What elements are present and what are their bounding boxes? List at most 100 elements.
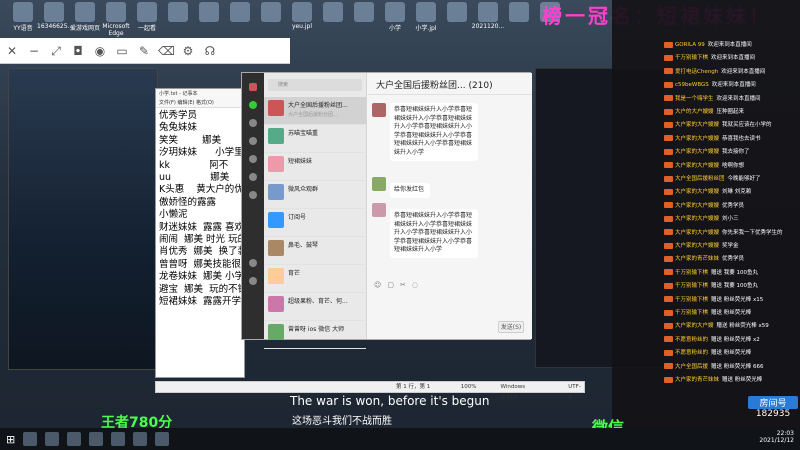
file-icon [478,2,498,22]
desktop-icon[interactable]: 一起看 [130,2,164,32]
record-icon[interactable]: ◉ [92,43,108,59]
avatar[interactable] [249,83,257,91]
comment-user[interactable]: c59beWBGS [675,82,709,88]
desktop-icon[interactable]: 小学 [378,2,412,32]
desktop-icon[interactable] [192,2,226,23]
scissors-icon[interactable]: ✂ [400,281,406,293]
desktop-icon[interactable]: Microsoft Edge [99,2,133,37]
list-item[interactable]: 鼻毛、鼓琴 [264,237,366,265]
desktop-icon[interactable]: 16346625... [37,2,73,30]
desktop-icon[interactable] [502,2,536,23]
comment-user[interactable]: 千万别输下棋 [675,270,708,276]
contacts-icon[interactable] [249,119,257,127]
files-icon[interactable] [249,155,257,163]
notepad-text[interactable]: 优秀学员 兔兔妹妹 笑笑 娜美 汐玥妹妹 小学里 kk 阿不 uu 娜美 K头惠 黄大户的优… [156,108,244,373]
folder-icon[interactable]: ▢ [387,281,394,293]
desktop-icon[interactable] [254,2,288,23]
pen-icon[interactable]: ✎ [136,43,152,59]
desktop-icon[interactable] [161,2,195,23]
task-view-icon[interactable] [45,432,60,446]
desktop-icon[interactable]: 小学.jpl [409,2,443,32]
desktop-icon[interactable]: YY语音 [6,2,40,32]
list-item[interactable]: 曾曾呀 ios 微信 大师 [264,321,366,349]
desktop-icon[interactable]: 爱游戏网页 [68,2,102,32]
comment-user[interactable]: 大户全国后援粉丝团 [675,176,725,182]
list-item[interactable]: 育芒 [264,265,366,293]
comment-user[interactable]: 大户家的大户嫂嫂 [675,243,719,249]
favorites-icon[interactable] [249,137,257,145]
comment-user[interactable]: 大户家的青芒妹妹 [675,256,719,262]
app-icon[interactable] [133,432,148,446]
app-icon[interactable] [155,432,170,446]
list-item[interactable]: 大户全国后援粉丝团... 大户全国后援粉丝团... [264,97,366,125]
emoji-icon[interactable]: ☺ [374,281,381,293]
comment-user[interactable]: GORILA 99 [675,42,705,48]
comment-user[interactable]: 大户家的大户嫂嫂 [675,163,719,169]
desktop-icon[interactable]: 2021120... [471,2,505,30]
close-icon[interactable]: ✕ [4,43,20,59]
comment-user[interactable]: 千万别输下棋 [675,297,708,303]
moments-icon[interactable] [249,173,257,181]
comment-item: 大户的大户嫂嫂 压种圈起来 [664,107,744,115]
desktop-icon[interactable] [347,2,381,23]
comment-user[interactable]: 大户的大户嫂嫂 [675,109,714,115]
comment-user[interactable]: 大户家的大户嫂 [675,323,714,329]
menu-icon[interactable] [249,277,257,285]
comment-user[interactable]: 不愿意粉丝的 [675,337,708,343]
comment-text: 赠送 粉丝荧光棒 [711,310,752,316]
message-bubble[interactable]: 恭喜短裙妹妹升入小学恭喜短裙妹妹升入小学恭喜短裙妹妹升入小学恭喜短裙妹妹升入小学… [390,103,478,161]
list-item[interactable]: 短裙妹妹 [264,153,366,181]
desktop-icon-label: 小学.jpl [415,25,437,32]
comment-user[interactable]: 大户家的青芒妹妹 [675,377,719,383]
search-input[interactable]: 搜索 [268,79,362,91]
edge-icon[interactable] [89,432,104,446]
chat-icon[interactable] [249,101,257,109]
eraser-icon[interactable]: ⌫ [158,43,175,59]
phone-icon[interactable] [249,259,257,267]
list-item[interactable]: 订阅号 [264,209,366,237]
comment-user[interactable]: 大户家的大户嫂嫂 [675,149,719,155]
desktop-icon[interactable] [440,2,474,23]
notepad-line: 小懒泥 [159,209,188,221]
explorer-icon[interactable] [67,432,82,446]
comment-user[interactable]: 千万别输下棋 [675,310,708,316]
desktop-icon[interactable] [316,2,350,23]
expand-icon[interactable]: ⤢ [48,43,64,59]
camera-icon[interactable]: ◘ [70,43,86,59]
avatar [268,184,284,200]
desktop-icon[interactable]: yeu.jpl [285,2,319,30]
gear-icon[interactable]: ⚙ [180,43,196,59]
list-item[interactable]: 超级果粉、育芒、何... [264,293,366,321]
notepad-menu[interactable]: 文件(F) 编辑(E) 格式(O) [156,99,244,108]
comment-user[interactable]: 大户全国后援 [675,364,708,370]
comment-user[interactable]: 大户家的大户嫂嫂 [675,189,719,195]
message-bubble[interactable]: 恭喜短裙妹妹升入小学恭喜短裙妹妹升入小学恭喜短裙妹妹升入小学恭喜短裙妹妹升入小学… [390,209,478,258]
comment-user[interactable]: 千万别输下棋 [675,283,708,289]
wechat-icon[interactable] [111,432,126,446]
windows-start-icon[interactable]: ⊞ [6,433,15,446]
comment-user[interactable]: 大户家的大户嫂嫂 [675,136,719,142]
search-icon[interactable] [23,432,38,446]
comment-user[interactable]: 大户家的大户嫂嫂 [675,216,719,222]
chat-bubble-icon[interactable]: ◌ [412,281,418,293]
screen-icon[interactable]: ▭ [114,43,130,59]
desktop-icon[interactable] [223,2,257,23]
list-item[interactable]: 微风众观群 [264,181,366,209]
message-input[interactable] [372,295,528,319]
message-bubble[interactable]: 给你发红包 [390,183,430,198]
minimize-icon[interactable]: − [26,43,42,59]
chat-window: 搜索 大户全国后援粉丝团... 大户全国后援粉丝团... 苏喵宝喵重 短裙妹妹 微风众观… [241,72,532,349]
comment-user[interactable]: 千万别输下棋 [675,55,708,61]
comment-user[interactable]: 大户家的大户嫂嫂 [675,230,719,236]
comment-user[interactable]: 爱打电话Chengh [675,69,718,75]
conversation-name: 育芒 [288,270,301,277]
comment-user[interactable]: 不愿意粉丝的 [675,350,708,356]
comment-user[interactable]: 我是一个嗨学生 [675,96,714,102]
comment-user[interactable]: 大户家的大户嫂嫂 [675,203,719,209]
notepad-line: 笑笑 娜美 [159,134,222,146]
miniprogram-icon[interactable] [249,191,257,199]
send-button[interactable]: 发送(S) [498,321,524,333]
comment-user[interactable]: 大户家的大户嫂嫂 [675,122,719,128]
headset-icon[interactable]: ☊ [202,43,218,59]
list-item[interactable]: 苏喵宝喵重 [264,125,366,153]
